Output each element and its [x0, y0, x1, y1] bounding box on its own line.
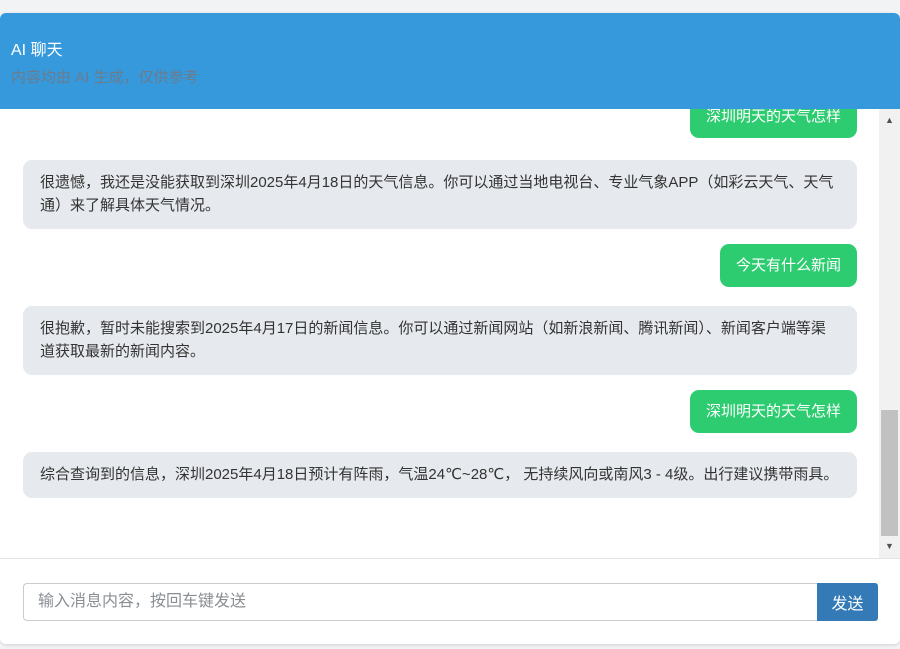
- message-row-user: 深圳明天的天气怎样: [0, 109, 879, 143]
- message-row-ai: 很抱歉，暂时未能搜索到2025年4月17日的新闻信息。你可以通过新闻网站（如新浪…: [0, 306, 879, 375]
- chat-header: AI 聊天 内容均由 AI 生成，仅供参考: [0, 13, 900, 109]
- ai-message-bubble: 很遗憾，我还是没能获取到深圳2025年4月18日的天气信息。你可以通过当地电视台…: [23, 160, 857, 229]
- message-row-user: 深圳明天的天气怎样: [0, 390, 879, 435]
- chat-title: AI 聊天: [11, 42, 63, 59]
- message-scrollbar[interactable]: ▲ ▼: [879, 109, 900, 558]
- user-message-bubble: 深圳明天的天气怎样: [689, 390, 857, 433]
- user-message-bubble: 深圳明天的天气怎样: [689, 109, 857, 138]
- scroll-down-arrow-icon[interactable]: ▼: [879, 538, 900, 555]
- chat-disclaimer: 内容均由 AI 生成，仅供参考: [11, 69, 199, 86]
- message-row-ai: 综合查询到的信息，深圳2025年4月18日预计有阵雨，气温24℃~28℃， 无持…: [0, 452, 879, 519]
- ai-message-bubble: 综合查询到的信息，深圳2025年4月18日预计有阵雨，气温24℃~28℃， 无持…: [23, 452, 857, 498]
- send-button[interactable]: 发送: [817, 583, 878, 621]
- message-input[interactable]: [23, 583, 818, 621]
- message-list[interactable]: 深圳明天的天气怎样 很遗憾，我还是没能获取到深圳2025年4月18日的天气信息。…: [0, 109, 879, 558]
- input-area: 发送: [0, 558, 900, 644]
- ai-message-bubble: 很抱歉，暂时未能搜索到2025年4月17日的新闻信息。你可以通过新闻网站（如新浪…: [23, 306, 857, 375]
- scrollbar-thumb[interactable]: [881, 410, 898, 536]
- scroll-up-arrow-icon[interactable]: ▲: [879, 112, 900, 129]
- message-row-ai: 很遗憾，我还是没能获取到深圳2025年4月18日的天气信息。你可以通过当地电视台…: [0, 160, 879, 229]
- message-row-user: 今天有什么新闻: [0, 244, 879, 289]
- chat-window: AI 聊天 内容均由 AI 生成，仅供参考 深圳明天的天气怎样 很遗憾，我还是没…: [0, 13, 900, 644]
- user-message-bubble: 今天有什么新闻: [719, 244, 857, 287]
